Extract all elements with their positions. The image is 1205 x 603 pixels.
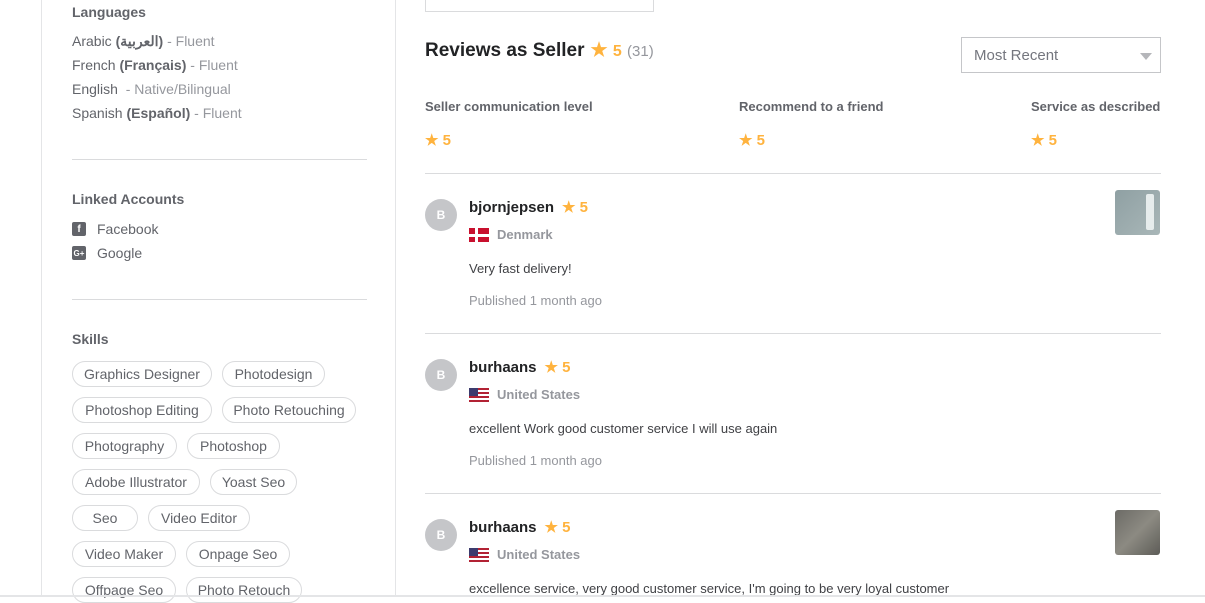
avatar[interactable]: B [425,359,457,391]
skill-tag[interactable]: Photodesign [222,361,325,387]
language-item: English - Native/Bilingual [72,81,231,97]
google-icon: G+ [72,246,86,260]
review-comment: excellent Work good customer service I w… [469,421,778,436]
skill-tag[interactable]: Yoast Seo [210,469,297,495]
review-attachment-thumbnail[interactable] [1115,510,1160,555]
reviews-heading: Reviews as Seller ★ 5 (31) [425,40,654,61]
chevron-down-icon [1140,53,1152,60]
skill-tag[interactable]: Graphics Designer [72,361,212,387]
profile-sidebar: Languages Arabic (العربية) - Fluent Fren… [41,0,396,603]
breakdown-score: ★ 5 [425,132,451,149]
review-date: Published 1 month ago [469,453,602,468]
star-icon: ★ [590,40,608,61]
breakdown-label: Service as described [1031,99,1161,114]
review-comment: Very fast delivery! [469,261,572,276]
language-item: Spanish (Español) - Fluent [72,105,242,121]
skill-tag[interactable]: Video Editor [148,505,250,531]
sort-dropdown[interactable]: Most Recent [961,37,1161,73]
skill-tag[interactable]: Offpage Seo [72,577,176,603]
star-icon: ★ [544,359,558,376]
username-link[interactable]: burhaans [469,519,537,536]
skill-tag[interactable]: Photoshop Editing [72,397,212,423]
united-states-flag-icon [469,387,489,402]
star-icon: ★ [544,519,558,536]
star-icon: ★ [739,132,753,149]
skill-tag[interactable]: Photography [72,433,177,459]
skill-tag[interactable]: Onpage Seo [186,541,290,567]
section-divider [72,299,367,300]
skill-tag[interactable]: Adobe Illustrator [72,469,200,495]
denmark-flag-icon [469,227,489,242]
review-divider [425,173,1161,174]
review-divider [425,493,1161,494]
review-comment: excellence service, very good customer s… [469,581,950,596]
avatar[interactable]: B [425,199,457,231]
breakdown-label: Seller communication level [425,99,593,114]
linked-account-facebook[interactable]: f Facebook [72,221,158,237]
linked-accounts-heading: Linked Accounts [72,191,185,207]
linked-account-google[interactable]: G+ Google [72,245,142,261]
facebook-icon: f [72,222,86,236]
breakdown-score: ★ 5 [1031,132,1057,149]
languages-heading: Languages [72,4,146,20]
avatar[interactable]: B [425,519,457,551]
review-attachment-thumbnail[interactable] [1115,190,1160,235]
reviewer-country: Denmark [469,227,553,242]
breakdown-label: Recommend to a friend [739,99,884,114]
username-link[interactable]: burhaans [469,359,537,376]
skill-tag[interactable]: Video Maker [72,541,176,567]
skill-tag[interactable]: Photo Retouching [222,397,356,423]
breakdown-score: ★ 5 [739,132,765,149]
star-icon: ★ [1031,132,1045,149]
username-link[interactable]: bjornjepsen [469,199,554,216]
language-item: Arabic (العربية) - Fluent [72,33,215,49]
reviewer-name: burhaans ★ 5 [469,519,571,536]
united-states-flag-icon [469,547,489,562]
review-divider [425,333,1161,334]
star-icon: ★ [562,199,576,216]
skill-tag[interactable]: Photoshop [187,433,280,459]
language-item: French (Français) - Fluent [72,57,238,73]
section-divider [72,159,367,160]
reviewer-country: United States [469,387,580,402]
top-card-edge [425,0,654,12]
reviewer-country: United States [469,547,580,562]
review-date: Published 1 month ago [469,293,602,308]
reviewer-name: bjornjepsen ★ 5 [469,199,588,216]
star-icon: ★ [425,132,439,149]
skill-tag[interactable]: Photo Retouch [186,577,302,603]
skill-tag[interactable]: Seo [72,505,138,531]
skills-heading: Skills [72,331,109,347]
reviewer-name: burhaans ★ 5 [469,359,571,376]
